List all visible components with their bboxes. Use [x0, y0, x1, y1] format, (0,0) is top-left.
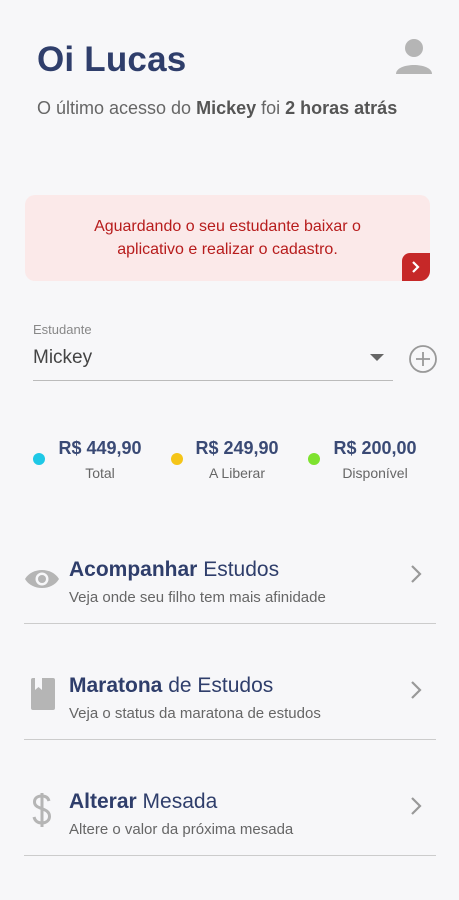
balance-total-label: Total: [85, 465, 115, 481]
balance-total-value: R$ 449,90: [58, 438, 142, 458]
menu-title: Acompanhar Estudos: [69, 558, 279, 582]
menu-title-rest: de Estudos: [162, 674, 274, 697]
balance-a-liberar: R$ 249,90 A Liberar: [192, 438, 282, 481]
last-access-text: O último acesso do Mickey foi 2 horas at…: [37, 96, 407, 121]
student-select[interactable]: Mickey: [33, 340, 393, 381]
menu-title-rest: Estudos: [197, 558, 280, 581]
balance-disponivel-label: Disponível: [342, 465, 408, 481]
chevron-right-icon: [412, 261, 420, 273]
book-icon: [31, 678, 55, 710]
balance-dot-a-liberar: [171, 453, 183, 465]
student-label: Estudante: [33, 322, 92, 337]
balance-disponivel-value: R$ 200,00: [333, 438, 417, 458]
alert-message: Aguardando o seu estudante baixar o apli…: [94, 218, 361, 258]
alert-arrow-button[interactable]: [402, 253, 430, 281]
eye-icon: [25, 570, 59, 588]
menu-subtitle: Veja o status da maratona de estudos: [69, 705, 321, 722]
balance-dot-total: [33, 453, 45, 465]
menu-title-bold: Alterar: [69, 790, 137, 813]
menu-title-rest: Mesada: [136, 790, 218, 813]
balance-disponivel: R$ 200,00 Disponível: [330, 438, 420, 481]
chevron-right-icon: [411, 681, 422, 699]
last-access-middle: foi: [256, 98, 286, 118]
student-selected-value: Mickey: [33, 347, 93, 368]
menu-subtitle: Altere o valor da próxima mesada: [69, 821, 294, 838]
menu-item-maratona-de-estudos[interactable]: Maratona de Estudos Veja o status da mar…: [24, 652, 436, 740]
menu-subtitle: Veja onde seu filho tem mais afinidade: [69, 589, 326, 606]
add-student-icon[interactable]: [408, 344, 438, 374]
pending-registration-alert[interactable]: Aguardando o seu estudante baixar o apli…: [25, 195, 430, 281]
menu-item-alterar-mesada[interactable]: Alterar Mesada Altere o valor da próxima…: [24, 768, 436, 856]
menu-item-acompanhar-estudos[interactable]: Acompanhar Estudos Veja onde seu filho t…: [24, 536, 436, 624]
menu-title: Maratona de Estudos: [69, 674, 273, 698]
menu-title: Alterar Mesada: [69, 790, 217, 814]
dollar-icon: [32, 793, 52, 827]
last-access-student: Mickey: [196, 98, 257, 118]
balance-a-liberar-value: R$ 249,90: [195, 438, 279, 458]
balance-dot-disponivel: [308, 453, 320, 465]
menu-title-bold: Maratona: [69, 674, 163, 697]
chevron-right-icon: [411, 797, 422, 815]
greeting-title: Oi Lucas: [37, 40, 187, 79]
last-access-prefix: O último acesso do: [37, 98, 197, 118]
menu-title-bold: Acompanhar: [69, 558, 198, 581]
balance-total: R$ 449,90 Total: [55, 438, 145, 481]
last-access-time: 2 horas atrás: [285, 98, 398, 118]
balance-a-liberar-label: A Liberar: [208, 465, 266, 481]
profile-icon[interactable]: [394, 36, 434, 76]
chevron-right-icon: [411, 565, 422, 583]
dropdown-arrow-icon: [370, 354, 384, 361]
